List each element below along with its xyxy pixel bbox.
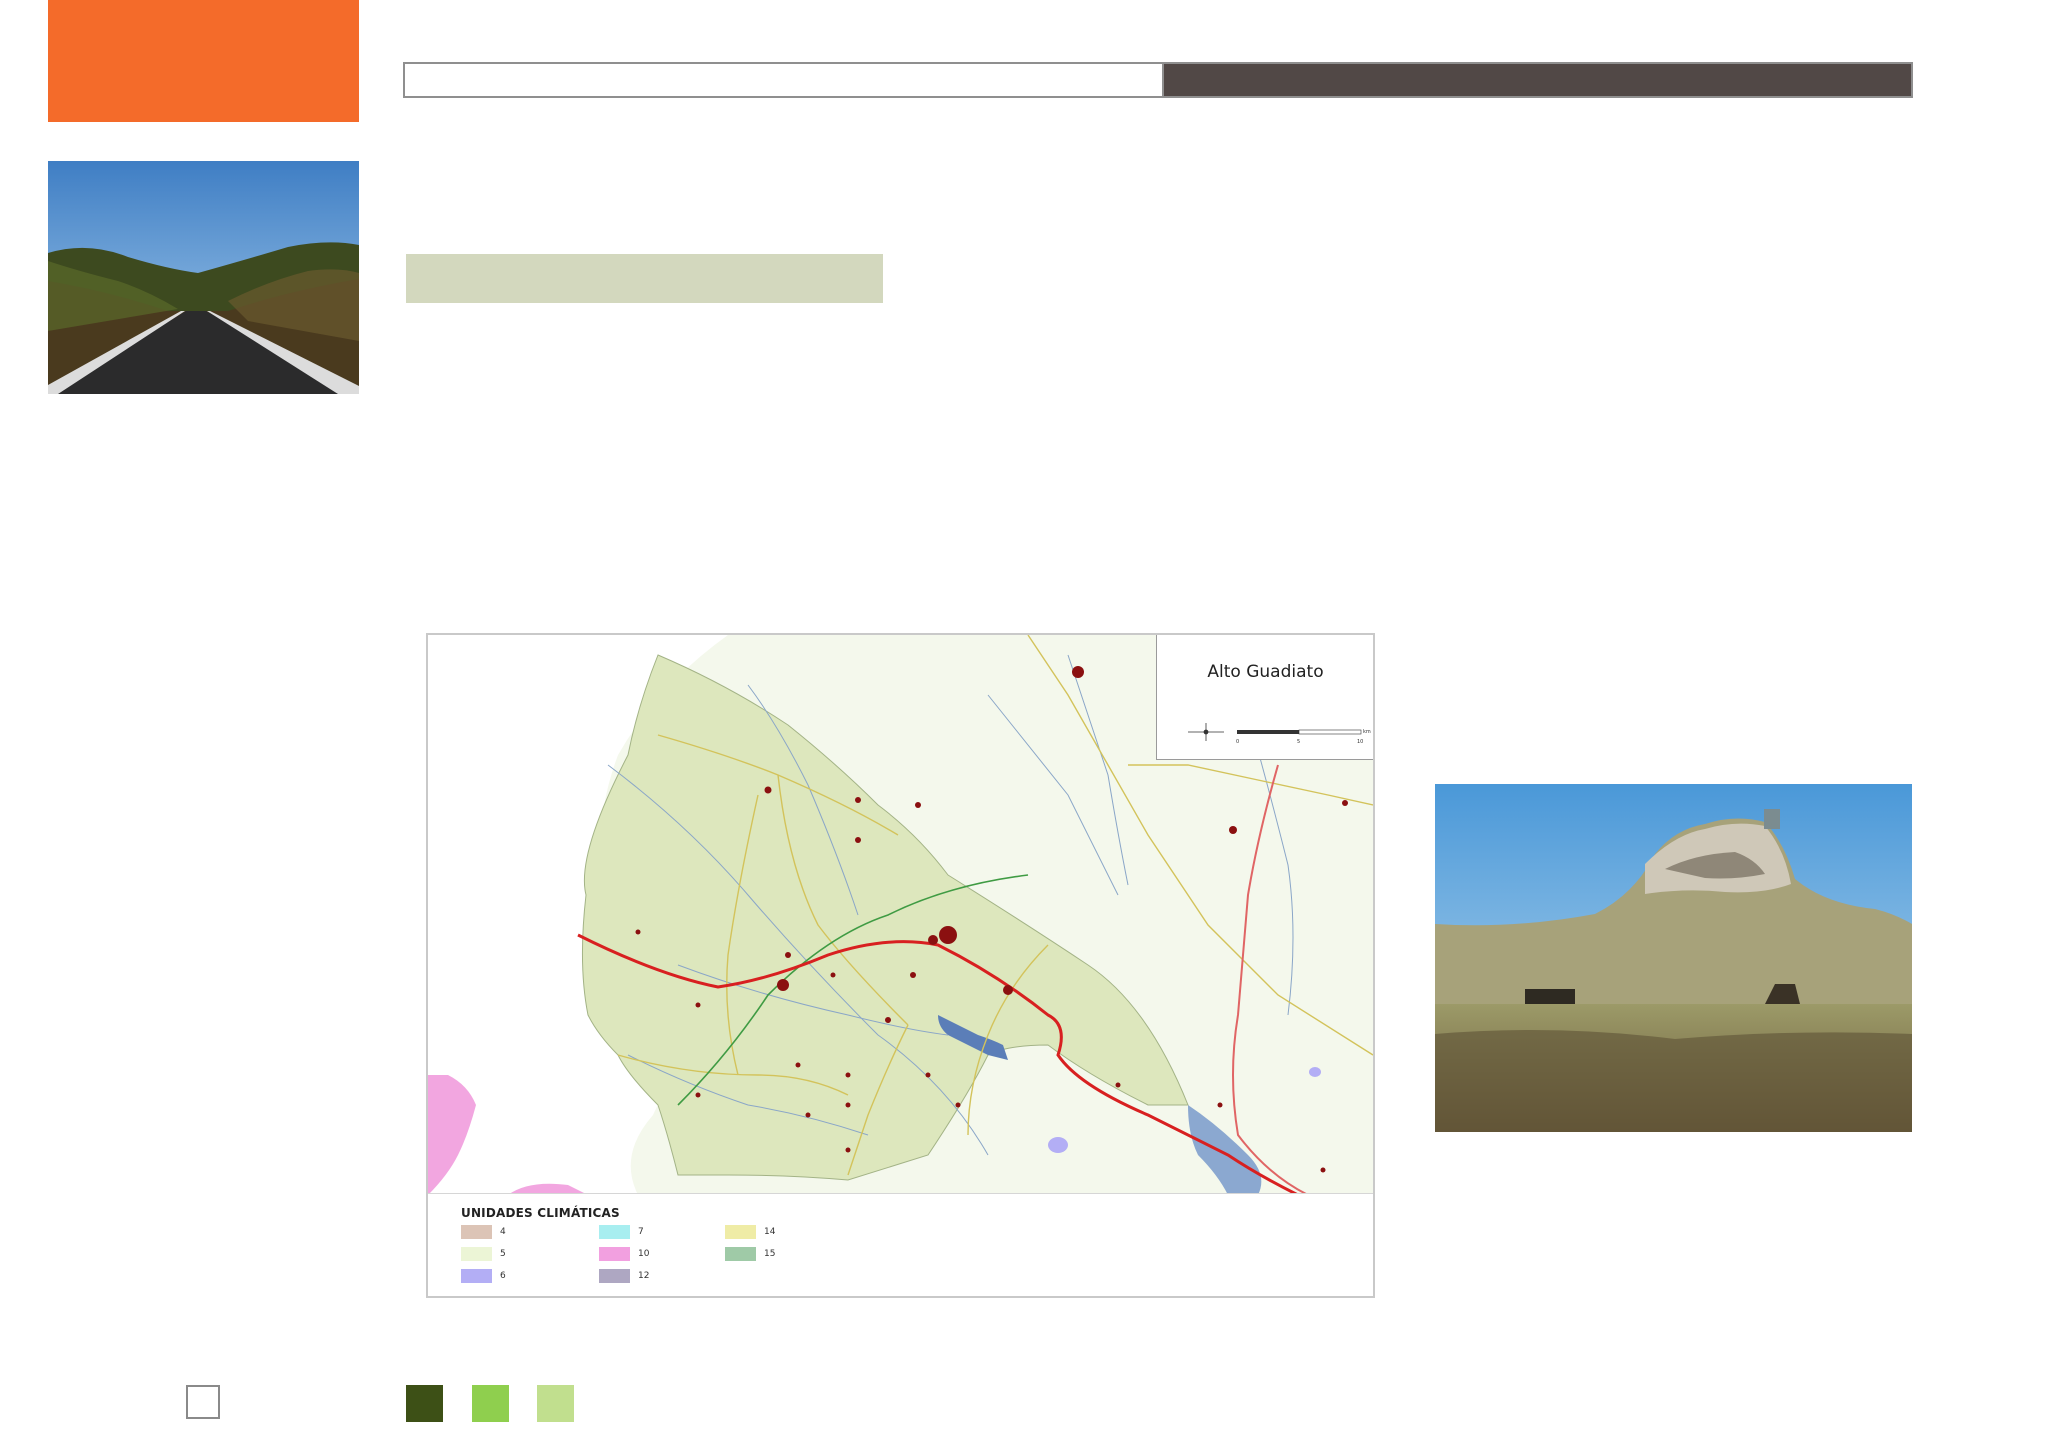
- castle-hill-photo: [1435, 784, 1912, 1132]
- color-square-dark-green: [406, 1385, 443, 1422]
- legend-swatch: [461, 1247, 492, 1261]
- legend-title: UNIDADES CLIMÁTICAS: [461, 1206, 620, 1220]
- legend-label: 5: [500, 1249, 506, 1259]
- scale-tick-10: 10: [1357, 739, 1363, 745]
- orange-accent-block: [48, 0, 359, 122]
- legend-swatch: [725, 1247, 756, 1261]
- legend-label: 6: [500, 1271, 506, 1281]
- legend-item-6: 6: [461, 1269, 506, 1283]
- scale-tick-5: 5: [1297, 739, 1300, 745]
- road-landscape-photo: [48, 161, 359, 394]
- legend-label: 14: [764, 1227, 776, 1237]
- legend-label: 4: [500, 1227, 506, 1237]
- color-square-green: [472, 1385, 509, 1422]
- legend-swatch: [461, 1269, 492, 1283]
- page-checkbox[interactable]: [186, 1385, 220, 1419]
- color-square-light-green: [537, 1385, 574, 1422]
- legend-item-10: 10: [599, 1247, 649, 1261]
- header-bar-right-segment: [1164, 64, 1911, 96]
- legend-item-5: 5: [461, 1247, 506, 1261]
- scale-unit: km: [1363, 729, 1371, 735]
- legend-item-12: 12: [599, 1269, 649, 1283]
- compass-rose-icon: [1188, 723, 1224, 741]
- map-scale-box: 0 5 10 km: [1156, 709, 1373, 760]
- climatic-units-map: Alto Guadiato 0 5 10 km UNIDADES CLIMÁTI…: [426, 633, 1375, 1298]
- map-title: Alto Guadiato: [1207, 662, 1324, 682]
- legend-label: 15: [764, 1249, 776, 1259]
- legend-swatch: [599, 1247, 630, 1261]
- legend-label: 7: [638, 1227, 644, 1237]
- scale-bar: 0 5 10 km: [1236, 729, 1371, 745]
- legend-item-15: 15: [725, 1247, 775, 1261]
- header-bar: [403, 62, 1913, 98]
- legend-swatch: [599, 1269, 630, 1283]
- legend-label: 12: [638, 1271, 650, 1281]
- legend-swatch: [461, 1225, 492, 1239]
- map-legend: UNIDADES CLIMÁTICAS 4 5 6 7 10 12 14 15: [428, 1193, 1373, 1296]
- legend-label: 10: [638, 1249, 650, 1259]
- section-label-bar: [406, 254, 883, 303]
- map-title-box: Alto Guadiato: [1156, 635, 1373, 710]
- legend-swatch: [725, 1225, 756, 1239]
- legend-item-7: 7: [599, 1225, 644, 1239]
- legend-item-14: 14: [725, 1225, 775, 1239]
- legend-item-4: 4: [461, 1225, 506, 1239]
- header-bar-left-segment: [405, 64, 1164, 96]
- legend-swatch: [599, 1225, 630, 1239]
- scale-tick-0: 0: [1236, 739, 1239, 745]
